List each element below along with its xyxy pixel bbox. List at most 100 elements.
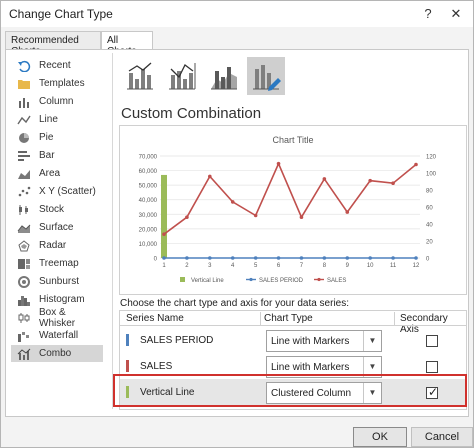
- legend-marker: [249, 277, 253, 282]
- sidebar-item-label: Radar: [39, 240, 67, 251]
- chart-title: Chart Title: [272, 135, 313, 145]
- sidebar-item-treemap[interactable]: Treemap: [11, 255, 103, 272]
- x-axis-tick-label: 7: [300, 263, 304, 269]
- sidebar-item-label: Bar: [39, 150, 55, 161]
- sidebar-item-label: Waterfall: [39, 330, 79, 341]
- chevron-down-icon[interactable]: ▼: [363, 331, 381, 351]
- dialog-title: Change Chart Type: [9, 7, 113, 21]
- y-axis-tick-label: 10,000: [139, 242, 158, 248]
- sidebar-item-label: Treemap: [39, 258, 79, 269]
- sidebar-item-histogram[interactable]: Histogram: [11, 291, 103, 308]
- sidebar-item-bar[interactable]: Bar: [11, 147, 103, 164]
- cancel-button[interactable]: Cancel: [411, 427, 473, 447]
- sidebar-divider: [112, 53, 113, 409]
- sales-period-point: [414, 256, 418, 260]
- sidebar-item-area[interactable]: Area: [11, 165, 103, 182]
- y-axis-tick-label: 50,000: [139, 184, 158, 190]
- chart-type-dropdown[interactable]: Clustered Column ▼: [266, 382, 382, 404]
- y-axis-tick-label: 30,000: [139, 213, 158, 219]
- secondary-axis-checkbox[interactable]: [426, 361, 438, 373]
- sales-period-point: [368, 256, 372, 260]
- bar-chart-icon: [17, 150, 31, 162]
- y-axis-tick-label: 20,000: [139, 227, 158, 233]
- sales-period-point: [185, 256, 189, 260]
- sidebar-item-column[interactable]: Column: [11, 93, 103, 110]
- series-name: SALES PERIOD: [140, 335, 214, 346]
- sales-period-point: [230, 256, 235, 260]
- surface-chart-icon: [17, 222, 31, 234]
- header-divider: [394, 312, 395, 325]
- sidebar-item-label: X Y (Scatter): [39, 186, 96, 197]
- sunburst-chart-icon: [17, 275, 31, 288]
- histogram-chart-icon: [17, 294, 31, 306]
- chevron-down-icon[interactable]: ▼: [363, 357, 381, 377]
- x-axis-tick-label: 2: [185, 263, 189, 269]
- y-axis-tick-label: 40,000: [139, 198, 158, 204]
- secondary-axis-checkbox[interactable]: ✓: [426, 385, 439, 399]
- sidebar-item-label: Column: [39, 96, 74, 107]
- chart-type-dropdown[interactable]: Line with Markers ▼: [266, 330, 382, 352]
- sidebar-item-box-whisker[interactable]: Box & Whisker: [11, 306, 103, 329]
- sidebar-item-sunburst[interactable]: Sunburst: [11, 273, 103, 290]
- sales-point: [414, 162, 418, 167]
- scatter-chart-icon: [17, 186, 31, 198]
- sales-point: [299, 215, 304, 219]
- area-column-subtype[interactable]: [205, 57, 243, 95]
- sidebar-item-line[interactable]: Line: [11, 111, 103, 128]
- x-axis-tick-label: 6: [277, 263, 281, 269]
- section-title: Custom Combination: [121, 105, 262, 122]
- sales-period-point: [253, 256, 258, 260]
- sidebar-item-radar[interactable]: Radar: [11, 237, 103, 254]
- sales-point: [162, 232, 166, 236]
- sales-period-point: [276, 256, 281, 260]
- sidebar-item-label: Sunburst: [39, 276, 80, 287]
- sales-period-point: [162, 256, 166, 260]
- tab-all-charts[interactable]: All Charts: [101, 31, 153, 57]
- series-name: SALES: [140, 361, 173, 372]
- sidebar-item-xy-scatter[interactable]: X Y (Scatter): [11, 183, 103, 200]
- close-button[interactable]: ✕: [447, 5, 465, 23]
- clustered-column-line-subtype[interactable]: [121, 57, 159, 95]
- secondary-axis-tick-label: 60: [426, 206, 433, 212]
- chart-preview: Chart Title 70,000 60,000 50,000 40,000 30,0…: [119, 125, 467, 295]
- waterfall-chart-icon: [17, 330, 31, 342]
- sidebar-item-stock[interactable]: Stock: [11, 201, 103, 218]
- x-axis-tick-label: 8: [323, 263, 327, 269]
- column-line-secondary-subtype[interactable]: [163, 57, 201, 95]
- y-axis-tick-label: 60,000: [139, 169, 158, 175]
- sidebar-item-label: Pie: [39, 132, 54, 143]
- sidebar-item-combo[interactable]: Combo: [11, 345, 103, 362]
- chevron-down-icon[interactable]: ▼: [363, 383, 381, 403]
- sidebar-item-recent[interactable]: Recent: [11, 57, 103, 74]
- sidebar-item-waterfall[interactable]: Waterfall: [11, 327, 103, 344]
- sidebar-item-templates[interactable]: Templates: [11, 75, 103, 92]
- x-axis-tick-label: 11: [390, 263, 397, 269]
- sidebar-item-label: Box & Whisker: [39, 306, 76, 329]
- sales-period-point: [391, 256, 395, 260]
- custom-combination-subtype[interactable]: [247, 57, 285, 95]
- column-chart-icon: [17, 96, 31, 108]
- sales-point: [230, 200, 235, 204]
- sidebar-item-surface[interactable]: Surface: [11, 219, 103, 236]
- x-axis-tick-label: 12: [413, 263, 420, 269]
- checkmark-icon: ✓: [428, 385, 439, 399]
- templates-icon: [17, 78, 31, 90]
- sales-point: [185, 215, 189, 219]
- sidebar-item-label: Line: [39, 114, 58, 125]
- legend-label: SALES PERIOD: [259, 278, 304, 284]
- y-axis-tick-label: 0: [154, 257, 158, 263]
- y-axis-tick-label: 70,000: [139, 155, 158, 161]
- sidebar-item-label: Templates: [39, 78, 85, 89]
- sidebar-item-pie[interactable]: Pie: [11, 129, 103, 146]
- treemap-chart-icon: [17, 258, 31, 270]
- chart-type-dropdown[interactable]: Line with Markers ▼: [266, 356, 382, 378]
- radar-chart-icon: [17, 239, 31, 252]
- series-row-sales-period: SALES PERIOD Line with Markers ▼: [120, 327, 466, 355]
- tab-recommended-charts[interactable]: Recommended Charts: [5, 31, 101, 57]
- series-color-swatch: [126, 386, 129, 398]
- help-button[interactable]: ?: [419, 5, 437, 23]
- secondary-axis-checkbox[interactable]: [426, 335, 438, 347]
- legend-swatch: [180, 277, 185, 282]
- chart-type-value: Line with Markers: [271, 362, 350, 373]
- ok-button[interactable]: OK: [353, 427, 407, 447]
